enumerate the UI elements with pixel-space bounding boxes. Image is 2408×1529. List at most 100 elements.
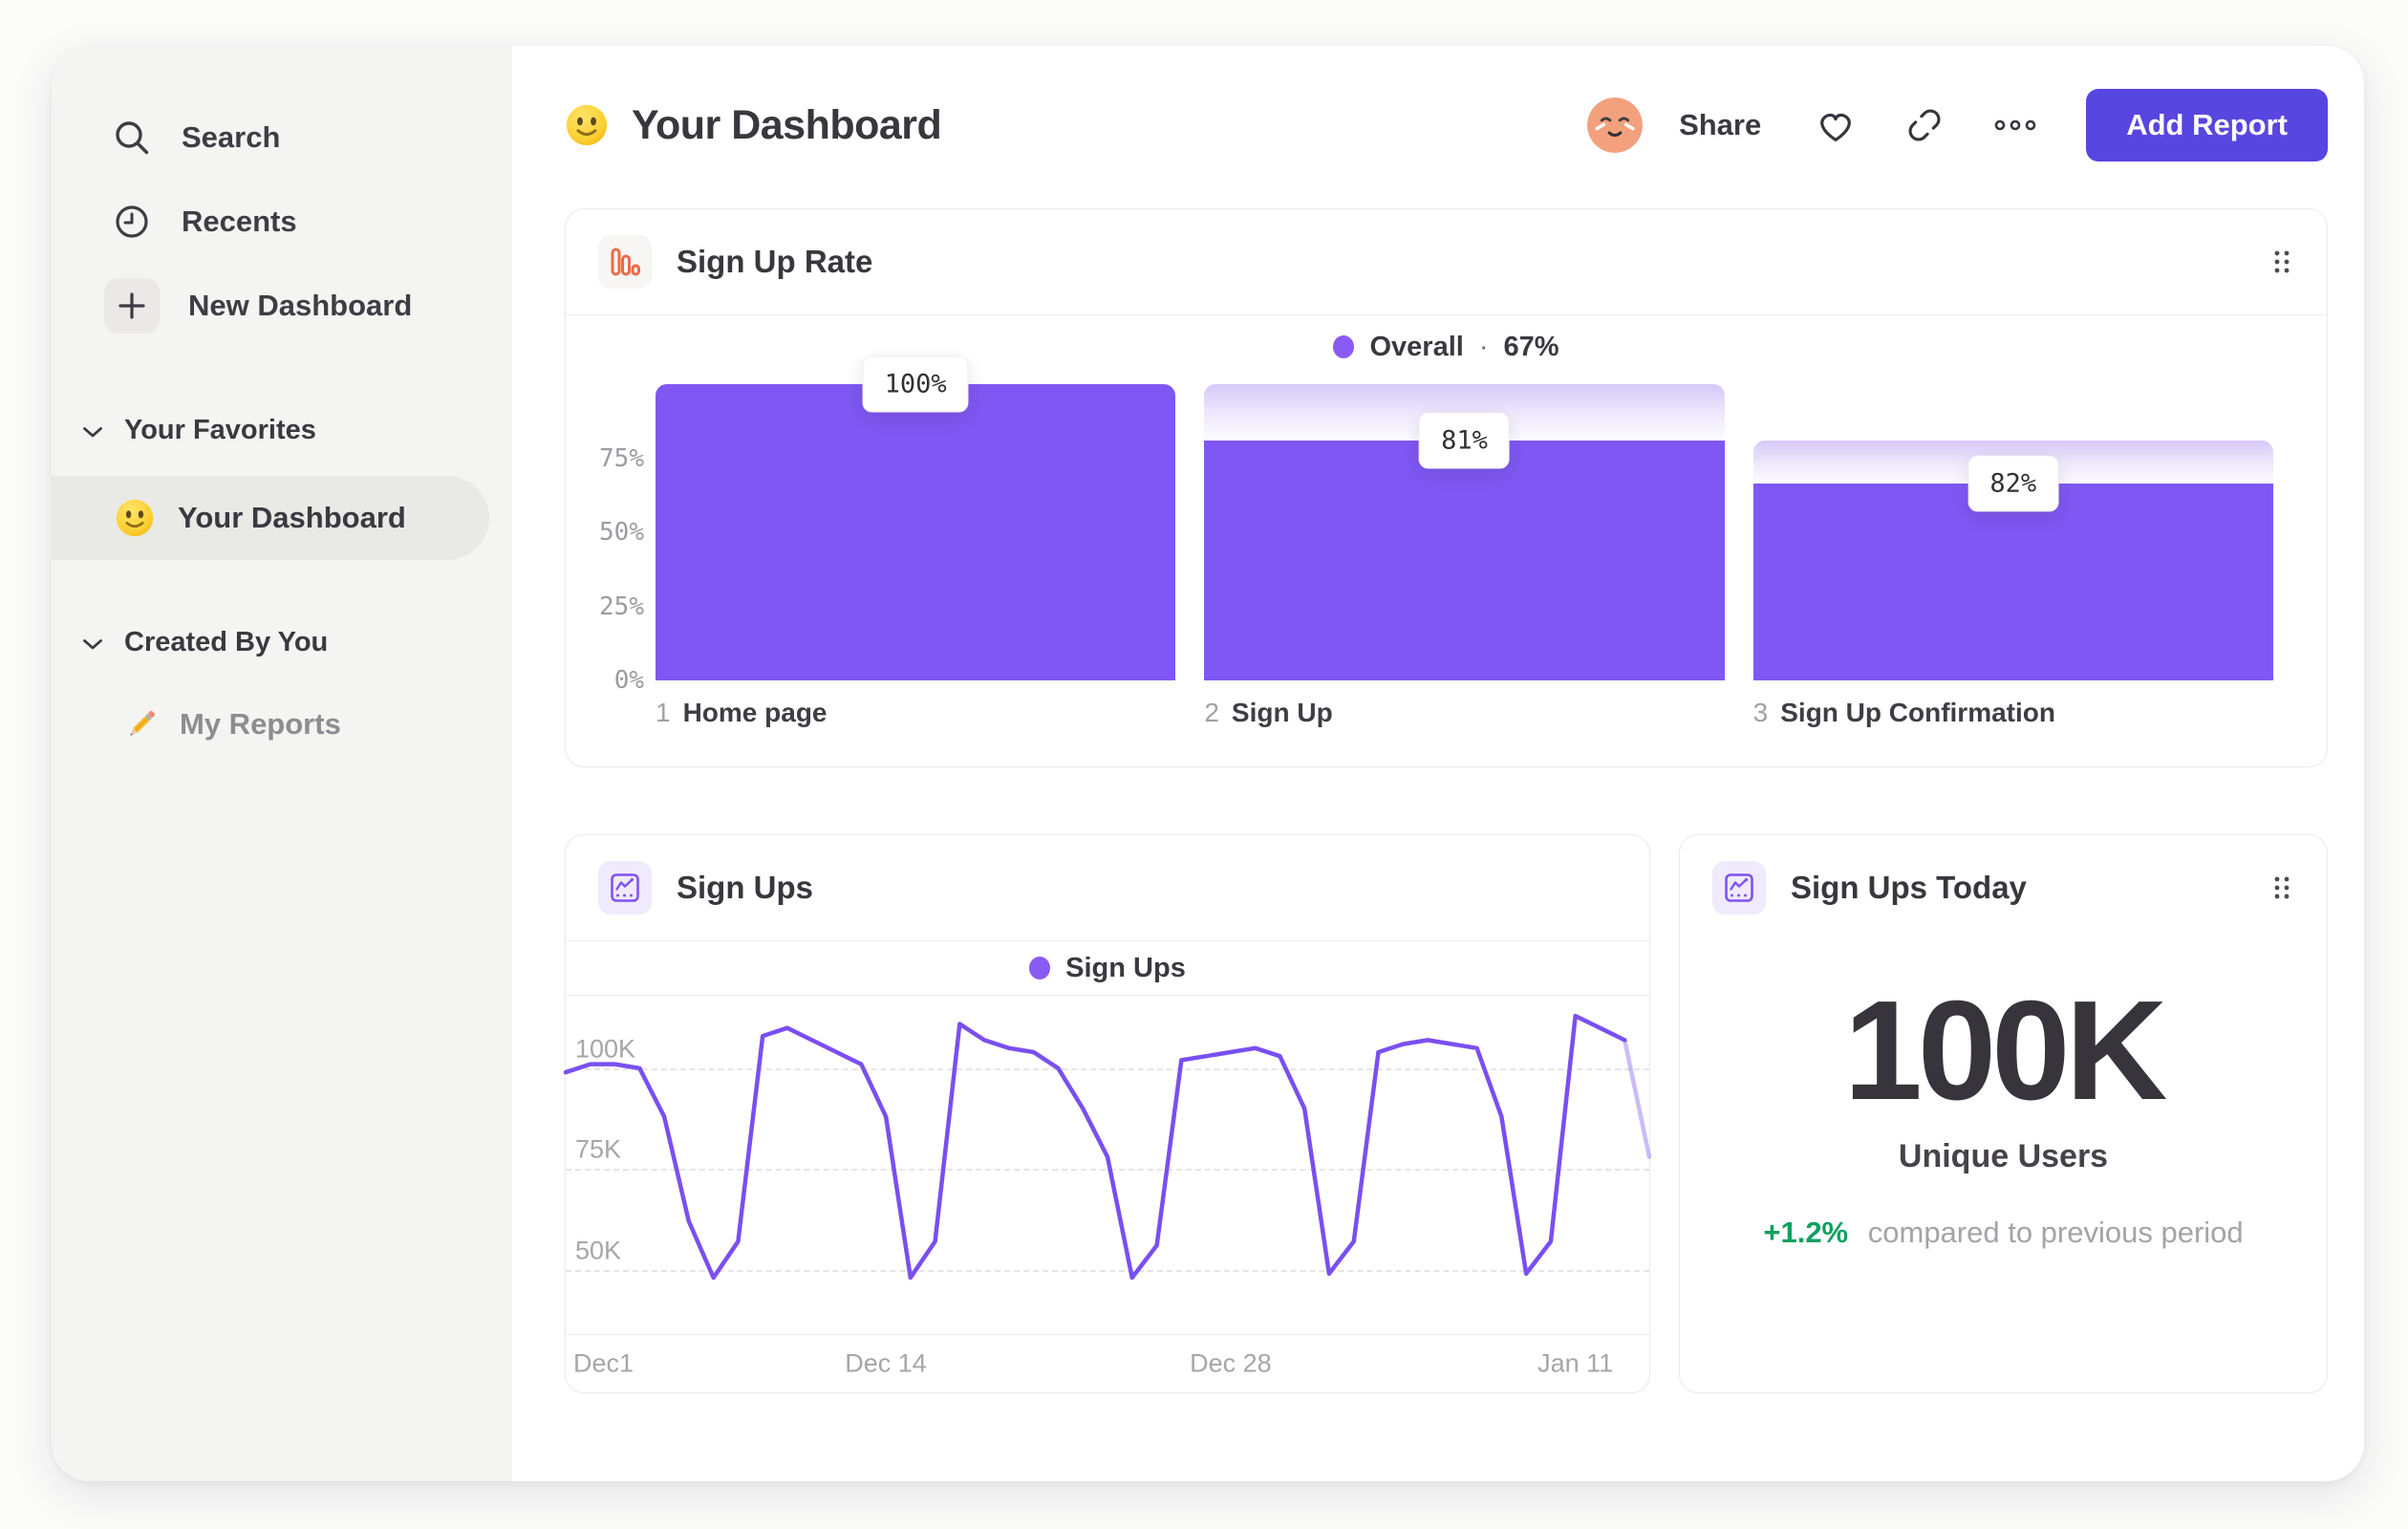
signup-rate-card-header: Sign Up Rate — [566, 209, 2327, 314]
copy-link-icon[interactable] — [1904, 105, 1945, 145]
signups-line-card: Sign Ups Sign Ups 100K 75K 50K Dec1 Dec 14 D… — [565, 834, 1650, 1393]
line-xtick-label: Dec1 — [573, 1348, 634, 1377]
sidebar-item-label: My Reports — [180, 707, 341, 741]
funnel-body: 75% 50% 25% 0% 100% 81% 82% 1 Home page 2 Sign U… — [566, 355, 2327, 728]
favorites-section-header[interactable]: Your Favorites — [52, 403, 512, 457]
app-window: Search Recents New Dashboard Your Favori… — [52, 46, 2364, 1481]
signups-today-card-header: Sign Ups Today — [1680, 835, 2327, 940]
line-xtick-label: Dec 28 — [1190, 1348, 1272, 1377]
funnel-yaxis: 75% 50% 25% 0% — [575, 384, 644, 696]
drag-handle-icon[interactable] — [2269, 872, 2294, 903]
page-title: Your Dashboard — [632, 101, 942, 148]
title-group: Your Dashboard — [565, 101, 942, 149]
metric-value: 100K — [1843, 972, 2168, 1130]
metric-delta-row: +1.2% compared to previous period — [1680, 1216, 2327, 1250]
pencil-emoji — [122, 705, 161, 743]
sidebar-item-your-dashboard[interactable]: Your Dashboard — [52, 476, 489, 560]
sidebar-item-my-reports[interactable]: My Reports — [52, 686, 512, 763]
chevron-down-icon — [82, 415, 103, 446]
line-xaxis: Dec1 Dec 14 Dec 28 Jan 11 — [566, 1334, 1649, 1391]
legend-series-name: Overall — [1369, 331, 1464, 362]
legend-series-name: Sign Ups — [1065, 952, 1186, 983]
funnel-bar-step-2[interactable]: 81% — [1204, 384, 1725, 680]
sidebar-item-label: Search — [182, 120, 281, 154]
section-label: Your Favorites — [124, 414, 316, 445]
smiley-emoji — [115, 498, 155, 538]
funnel-step-name: Home page — [682, 698, 828, 727]
funnel-ytick-label: 0% — [613, 666, 644, 695]
delta-value: +1.2% — [1763, 1216, 1849, 1250]
funnel-ytick-label: 75% — [599, 443, 644, 473]
signup-rate-card: Sign Up Rate Overall · 67% 75% 50% 25% 0% 1… — [565, 208, 2328, 767]
funnel-step-name: Sign Up Confirmation — [1780, 698, 2055, 727]
funnel-bar-fill — [1204, 440, 1725, 680]
signups-line-series — [566, 996, 1649, 1334]
cards-row: Sign Ups Sign Ups 100K 75K 50K Dec1 Dec 14 D… — [565, 834, 2328, 1393]
sidebar-item-label: New Dashboard — [188, 289, 413, 322]
section-label: Created By You — [124, 626, 329, 657]
header-actions: Share Add Report — [1587, 89, 2328, 162]
funnel-bar-fill — [656, 384, 1176, 680]
sidebar-section-favorites: Your Favorites Your Dashboard — [52, 403, 512, 560]
created-by-you-section-header[interactable]: Created By You — [52, 615, 512, 669]
dashboard-header: Your Dashboard Share Add Report — [565, 86, 2328, 164]
main-content: Your Dashboard Share Add Report Sign Up … — [512, 46, 2364, 1481]
signups-today-card: Sign Ups Today 100K Unique Users +1.2% c… — [1679, 834, 2328, 1393]
metric-label: Unique Users — [1898, 1138, 2109, 1175]
delta-context: compared to previous period — [1867, 1216, 2244, 1250]
funnel-categories: 1 Home page 2 Sign Up 3 Sign Up Confirmation — [656, 698, 2273, 728]
smiley-emoji — [565, 103, 609, 147]
sidebar-item-label: Your Dashboard — [178, 501, 406, 534]
funnel-ytick-label: 25% — [599, 592, 644, 621]
funnel-value-label: 100% — [862, 355, 969, 413]
line-legend[interactable]: Sign Ups — [566, 941, 1649, 995]
recents-clock-icon — [111, 201, 153, 243]
sidebar-item-search[interactable]: Search — [52, 96, 512, 180]
signups-card-header: Sign Ups — [566, 835, 1649, 940]
add-report-button[interactable]: Add Report — [2086, 89, 2328, 162]
sidebar-item-label: Recents — [182, 205, 297, 238]
metric-body: 100K Unique Users +1.2% compared to prev… — [1680, 977, 2327, 1250]
legend-separator: · — [1478, 331, 1489, 362]
card-title: Sign Up Rate — [677, 244, 873, 279]
legend-dot — [1333, 335, 1355, 358]
desktop-background: { "sidebar": { "primary": [ { "label": "… — [0, 0, 2408, 1529]
sidebar-item-new-dashboard[interactable]: New Dashboard — [52, 264, 512, 348]
funnel-bar-fill — [1752, 484, 2273, 680]
funnel-legend[interactable]: Overall · 67% — [566, 315, 2327, 378]
funnel-value-label: 81% — [1419, 412, 1510, 469]
funnel-step-name: Sign Up — [1231, 698, 1333, 727]
line-xtick-label: Jan 11 — [1537, 1348, 1614, 1377]
legend-dot — [1029, 957, 1051, 980]
funnel-category-label: 3 Sign Up Confirmation — [1753, 698, 2273, 728]
chevron-down-icon — [82, 627, 103, 658]
funnel-bar-step-1[interactable]: 100% — [656, 355, 1176, 680]
drag-handle-icon[interactable] — [2269, 247, 2294, 277]
funnel-bar-step-3[interactable]: 82% — [1752, 384, 2273, 680]
funnel-step-index: 1 — [656, 698, 671, 727]
funnel-step-index: 3 — [1752, 698, 1769, 727]
search-icon — [111, 117, 153, 159]
sidebar-section-created-by-you: Created By You My Reports — [52, 615, 512, 763]
share-button[interactable]: Share — [1679, 108, 1761, 142]
funnel-chart-icon — [598, 235, 652, 289]
funnel-value-label: 82% — [1967, 455, 2059, 512]
line-chart-icon — [598, 861, 652, 915]
sidebar: Search Recents New Dashboard Your Favori… — [52, 46, 512, 1481]
sidebar-item-recents[interactable]: Recents — [52, 180, 512, 264]
more-options-ellipsis-icon[interactable] — [1992, 116, 2038, 135]
line-chart-icon — [1712, 861, 1766, 915]
line-plot: 100K 75K 50K — [566, 996, 1649, 1334]
funnel-ytick-label: 50% — [599, 518, 644, 547]
avatar[interactable] — [1587, 97, 1644, 153]
card-title: Sign Ups Today — [1791, 870, 2027, 905]
favorite-heart-icon[interactable] — [1815, 106, 1857, 144]
funnel-plot: 100% 81% 82% — [656, 355, 2273, 680]
card-title: Sign Ups — [677, 870, 814, 905]
funnel-category-label: 2 Sign Up — [1204, 698, 1724, 728]
funnel-step-index: 2 — [1204, 698, 1219, 727]
line-xtick-label: Dec 14 — [845, 1348, 927, 1377]
legend-overall-value: 67% — [1503, 331, 1559, 362]
plus-icon — [104, 278, 160, 334]
funnel-category-label: 1 Home page — [656, 698, 1175, 728]
